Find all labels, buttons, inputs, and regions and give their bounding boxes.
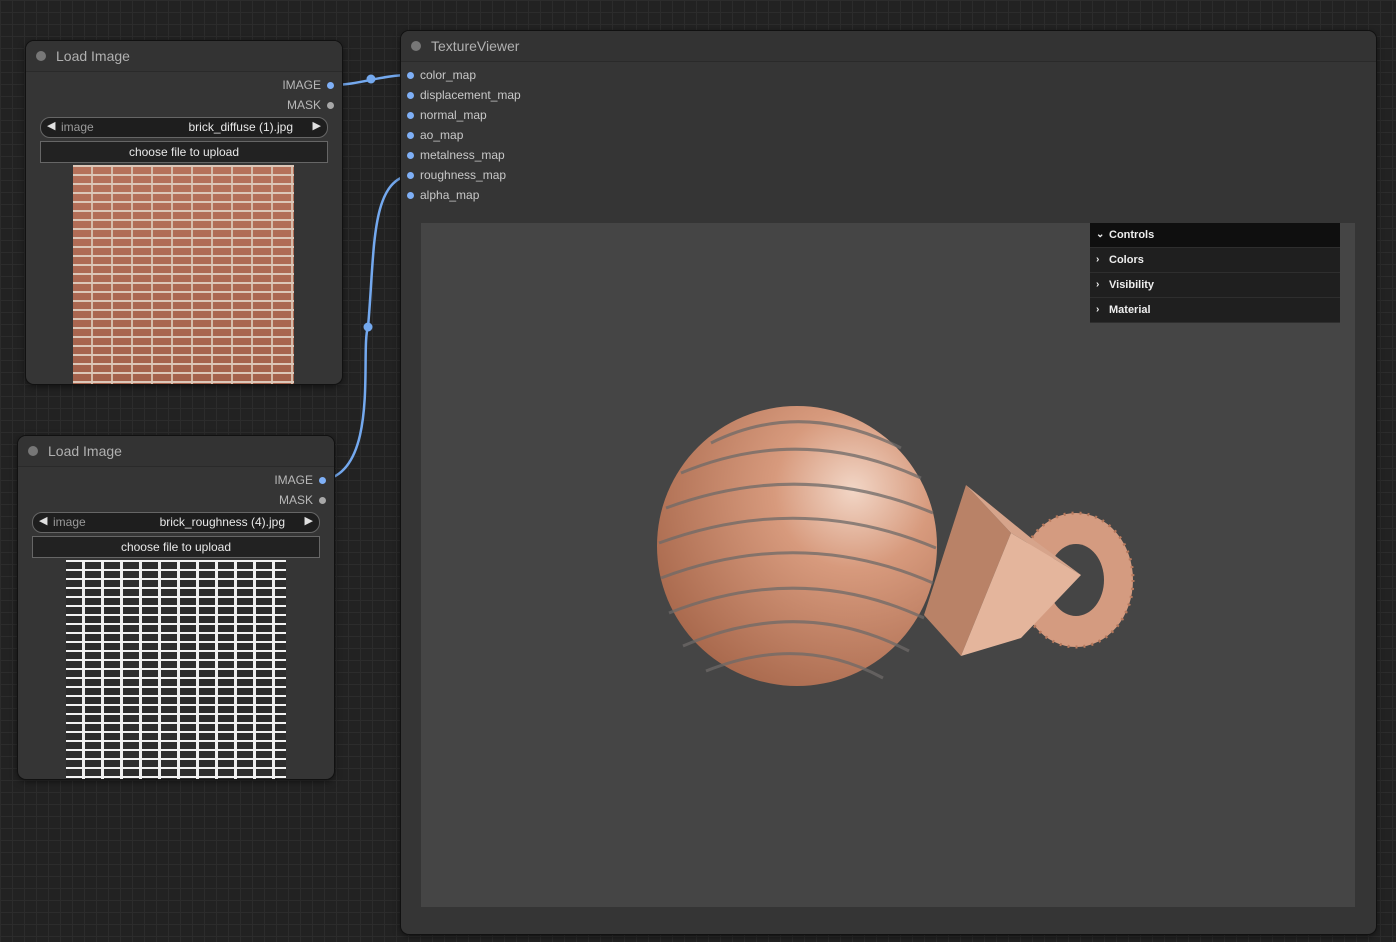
input-dot[interactable]	[407, 111, 414, 119]
combo-value: brick_roughness (4).jpg	[159, 515, 285, 529]
output-dot-mask[interactable]	[327, 101, 334, 109]
input-dot[interactable]	[407, 91, 414, 99]
link-midpoint-1[interactable]	[366, 74, 376, 84]
texture-viewer-node[interactable]: TextureViewer color_map displacement_map…	[401, 31, 1376, 934]
output-slot-image[interactable]: IMAGE	[282, 77, 334, 93]
gui-folder-visibility[interactable]: › Visibility	[1090, 273, 1340, 298]
input-label: color_map	[420, 68, 477, 82]
input-label: metalness_map	[420, 148, 505, 162]
collapse-dot-icon[interactable]	[28, 446, 38, 456]
input-dot[interactable]	[407, 171, 414, 179]
input-slot-alpha-map[interactable]: alpha_map	[407, 187, 479, 203]
output-label-image: IMAGE	[282, 78, 321, 92]
controls-panel[interactable]: ⌄ Controls › Colors › Visibility › Mater…	[1090, 223, 1340, 323]
node-title-bar[interactable]: Load Image	[18, 436, 334, 467]
chevron-right-icon: ›	[1096, 254, 1100, 265]
combo-label: image	[53, 515, 86, 529]
input-dot[interactable]	[407, 191, 414, 199]
image-preview	[66, 560, 286, 779]
input-dot[interactable]	[407, 71, 414, 79]
triangle-right-icon[interactable]: ▶	[313, 119, 321, 132]
output-slot-mask[interactable]: MASK	[279, 492, 326, 508]
node-title: TextureViewer	[431, 38, 520, 54]
chevron-right-icon: ›	[1096, 279, 1100, 290]
output-slot-image[interactable]: IMAGE	[274, 472, 326, 488]
triangle-left-icon[interactable]: ◀	[47, 119, 55, 132]
input-slot-displacement-map[interactable]: displacement_map	[407, 87, 521, 103]
collapse-dot-icon[interactable]	[36, 51, 46, 61]
3d-viewport[interactable]: ⌄ Controls › Colors › Visibility › Mater…	[421, 223, 1355, 907]
output-label-image: IMAGE	[274, 473, 313, 487]
upload-button[interactable]: choose file to upload	[32, 536, 320, 558]
input-label: alpha_map	[420, 188, 480, 202]
input-slot-color-map[interactable]: color_map	[407, 67, 476, 83]
image-preview	[73, 165, 294, 384]
output-label-mask: MASK	[286, 98, 321, 112]
scene-render	[657, 406, 1135, 686]
gui-folder-label: Material	[1109, 304, 1151, 316]
input-label: ao_map	[420, 128, 464, 142]
gui-folder-label: Colors	[1109, 254, 1144, 266]
node-title-bar[interactable]: Load Image	[26, 41, 342, 72]
input-label: roughness_map	[420, 168, 507, 182]
sphere-mesh	[657, 406, 937, 686]
output-dot-mask[interactable]	[319, 496, 326, 504]
node-title: Load Image	[56, 48, 130, 64]
input-slot-roughness-map[interactable]: roughness_map	[407, 167, 506, 183]
gui-folder-label: Visibility	[1109, 279, 1155, 291]
output-dot-image[interactable]	[319, 476, 326, 484]
image-combo[interactable]: ◀ image brick_roughness (4).jpg ▶	[32, 512, 320, 533]
triangle-right-icon[interactable]: ▶	[305, 514, 313, 527]
output-label-mask: MASK	[278, 493, 313, 507]
gui-controls-label: Controls	[1109, 229, 1155, 241]
chevron-down-icon: ⌄	[1096, 229, 1105, 240]
collapse-dot-icon[interactable]	[411, 41, 421, 51]
gui-folder-colors[interactable]: › Colors	[1090, 248, 1340, 273]
load-image-node-diffuse[interactable]: Load Image IMAGE MASK ◀ image brick_diff…	[26, 41, 342, 384]
image-combo[interactable]: ◀ image brick_diffuse (1).jpg ▶	[40, 117, 328, 138]
input-label: displacement_map	[420, 88, 521, 102]
combo-label: image	[61, 120, 94, 134]
output-slot-mask[interactable]: MASK	[287, 97, 334, 113]
input-slot-metalness-map[interactable]: metalness_map	[407, 147, 505, 163]
input-dot[interactable]	[407, 151, 414, 159]
node-title-bar[interactable]: TextureViewer	[401, 31, 1376, 62]
gui-controls-header[interactable]: ⌄ Controls	[1090, 223, 1340, 248]
input-dot[interactable]	[407, 131, 414, 139]
triangle-left-icon[interactable]: ◀	[39, 514, 47, 527]
link-diffuse-to-color-map	[331, 73, 412, 87]
input-label: normal_map	[420, 108, 487, 122]
combo-value: brick_diffuse (1).jpg	[188, 120, 294, 134]
gui-folder-material[interactable]: › Material	[1090, 298, 1340, 323]
upload-button[interactable]: choose file to upload	[40, 141, 328, 163]
output-dot-image[interactable]	[327, 81, 334, 89]
node-title: Load Image	[48, 443, 122, 459]
link-midpoint-2[interactable]	[363, 322, 373, 332]
chevron-right-icon: ›	[1096, 304, 1100, 315]
input-slot-ao-map[interactable]: ao_map	[407, 127, 463, 143]
input-slot-normal-map[interactable]: normal_map	[407, 107, 487, 123]
load-image-node-roughness[interactable]: Load Image IMAGE MASK ◀ image brick_roug…	[18, 436, 334, 779]
